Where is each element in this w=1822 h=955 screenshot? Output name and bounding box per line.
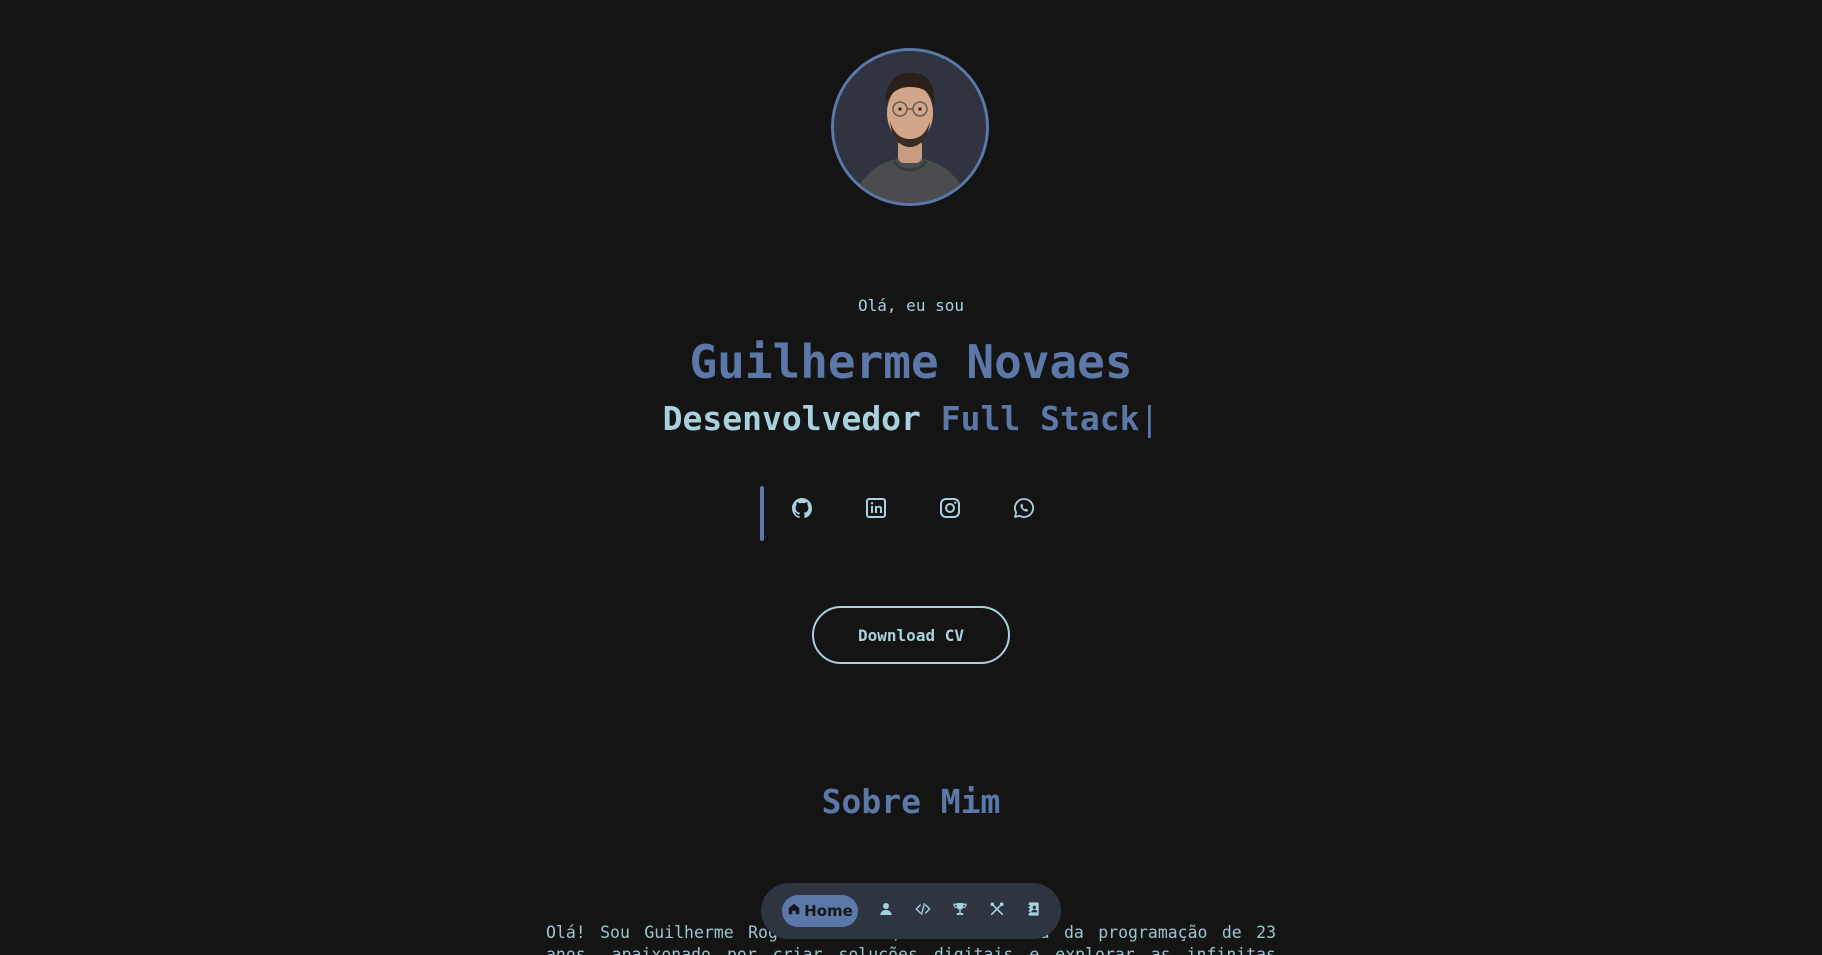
github-link[interactable] [788,496,816,524]
bottom-navigation: Home [761,883,1061,939]
hero-name: Guilherme Novaes [689,335,1133,389]
typing-caret: | [1139,399,1160,438]
github-icon [790,496,814,524]
contact-book-icon [1026,901,1042,921]
tools-icon [989,901,1005,921]
instagram-link[interactable] [936,496,964,524]
nav-home[interactable]: Home [782,895,858,927]
linkedin-link[interactable] [862,496,890,524]
whatsapp-link[interactable] [1010,496,1038,524]
nav-achievements[interactable] [948,899,972,923]
nav-contact[interactable] [1022,899,1046,923]
home-icon [787,902,801,920]
role-prefix: Desenvolvedor [662,399,921,438]
nav-projects[interactable] [911,899,935,923]
hero-role: Desenvolvedor Full Stack| [0,397,1822,441]
nav-about[interactable] [874,899,898,923]
user-icon [878,901,894,921]
code-icon [915,901,931,921]
instagram-icon [938,496,962,524]
socials-divider [760,486,764,541]
hero-greeting: Olá, eu sou [858,296,964,315]
nav-home-label: Home [804,902,853,920]
whatsapp-icon [1012,496,1036,524]
portfolio-page: Olá, eu sou Guilherme Novaes Desenvolved… [0,0,1822,955]
about-title: Sobre Mim [821,782,1001,821]
download-cv-button[interactable]: Download CV [812,606,1010,664]
profile-photo [831,48,989,206]
role-highlight: Full Stack [940,399,1140,438]
trophy-icon [952,901,968,921]
linkedin-icon [864,496,888,524]
nav-skills[interactable] [985,899,1009,923]
